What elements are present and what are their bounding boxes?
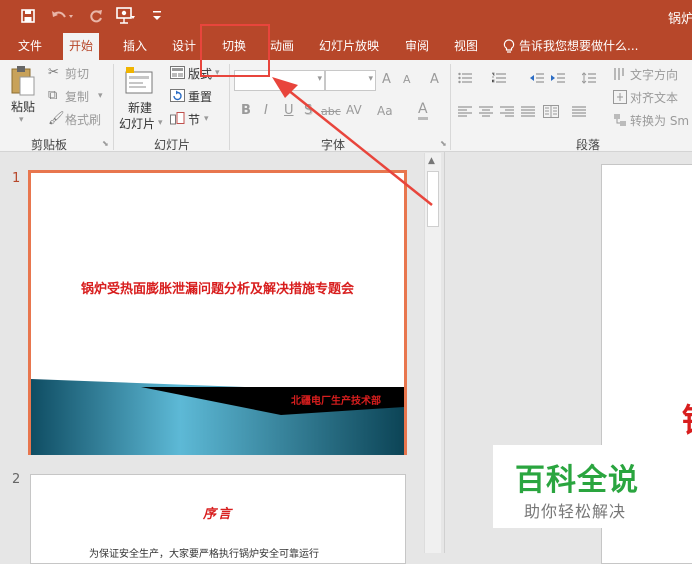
layout-button[interactable]: 版式 [188,65,212,82]
watermark-title: 百科全说 [515,463,639,498]
font-size-combobox[interactable]: ▾ [325,70,376,91]
font-launcher-icon[interactable]: ⬊ [440,139,447,148]
font-name-combobox[interactable]: ▾ [234,70,325,91]
text-direction-button[interactable]: 文字方向 [630,66,678,83]
watermark-logo: 百科全说 助你轻松解决 [493,445,668,528]
distribute-icon[interactable] [572,106,586,117]
align-text-icon[interactable] [613,90,627,104]
paragraph-group-label: 段落 [576,138,601,152]
new-slide-dropdown[interactable]: ▾ [158,118,163,128]
tab-slideshow[interactable]: 幻灯片放映 [319,33,379,60]
lightbulb-icon [503,39,515,54]
paste-dropdown[interactable]: ▾ [19,115,24,125]
new-slide-label-2[interactable]: 幻灯片 [119,115,155,132]
align-left-icon[interactable] [458,106,472,117]
slide-number: 1 [12,171,21,186]
clipboard-launcher-icon[interactable]: ⬊ [102,139,109,148]
tab-file[interactable]: 文件 [18,33,42,60]
group-divider [229,64,230,150]
increase-indent-icon[interactable] [551,72,565,84]
copy-button[interactable]: 复制 [65,88,89,105]
main-slide-title-char: 锅 [682,395,692,441]
slide-title: 锅炉受热面膨胀泄漏问题分析及解决措施专题会 [80,282,354,297]
convert-smartart-button[interactable]: 转换为 Sm [630,112,689,129]
change-case-button[interactable]: Aa [377,104,393,118]
group-divider [450,64,451,150]
thumbnails-scrollbar[interactable]: ▲ [424,153,441,553]
slide-footer: 北疆电厂生产技术部 [291,396,381,407]
layout-dropdown[interactable]: ▾ [215,68,220,78]
tab-transitions[interactable]: 切换 [222,33,246,60]
text-direction-icon[interactable] [613,67,627,81]
smartart-icon[interactable] [613,113,627,127]
bold-button[interactable]: B [241,103,251,118]
chevron-down-icon[interactable]: ▾ [368,74,373,84]
reset-button[interactable]: 重置 [188,88,212,105]
watermark-subtitle: 助你轻松解决 [524,502,627,521]
underline-button[interactable]: U [284,103,294,118]
font-group-label: 字体 [321,138,346,152]
new-slide-label-1[interactable]: 新建 [128,99,152,116]
tab-design[interactable]: 设计 [172,33,196,60]
shadow-button[interactable]: S [304,103,312,118]
line-spacing-icon[interactable] [581,72,596,84]
strikethrough-button[interactable]: abc [321,105,341,118]
scrollbar-thumb[interactable] [427,171,439,227]
section-icon [170,112,185,125]
title-bar: 锅炉 [0,0,692,33]
format-painter-button[interactable]: 格式刷 [65,111,101,128]
scissors-icon: ✂ [48,65,59,80]
group-divider [113,64,114,150]
bullets-icon[interactable] [458,72,472,84]
save-icon[interactable] [21,9,35,23]
tab-view[interactable]: 视图 [454,33,478,60]
decrease-indent-icon[interactable] [530,72,544,84]
columns-icon[interactable] [543,105,559,118]
redo-icon[interactable] [88,8,104,24]
ribbon-tabs: 文件 开始 插入 设计 切换 动画 幻灯片放映 审阅 视图 告诉我您想要做什么.… [0,33,692,60]
copy-icon: ⧉ [48,88,58,103]
section-dropdown[interactable]: ▾ [204,114,209,124]
format-painter-icon: 🖌 [48,111,65,126]
tab-animations[interactable]: 动画 [270,33,294,60]
clear-formatting-button[interactable]: A [430,72,439,87]
cut-button[interactable]: 剪切 [65,65,89,82]
paste-icon[interactable] [9,65,37,97]
paste-button[interactable]: 粘贴 [11,98,35,115]
grow-font-button[interactable]: A [382,72,391,87]
section-button[interactable]: 节 [188,111,200,128]
document-title: 锅炉 [668,12,692,27]
clipboard-group-label: 剪贴板 [31,138,68,152]
align-text-button[interactable]: 对齐文本 [630,89,678,106]
slide-thumbnails-pane: 1 锅炉受热面膨胀泄漏问题分析及解决措施专题会 北疆电厂生产技术部 2 序言 为… [0,152,424,564]
ribbon: 粘贴 ▾ ✂ 剪切 ⧉ 复制 ▾ 🖌 格式刷 剪贴板 ⬊ 新建 幻灯片 ▾ 版式… [0,60,692,152]
scroll-up-icon[interactable]: ▲ [428,156,435,166]
chevron-down-icon[interactable]: ▾ [317,74,322,84]
italic-button[interactable]: I [264,103,268,118]
present-icon[interactable] [116,7,136,25]
customize-icon[interactable] [152,10,162,22]
slides-group-label: 幻灯片 [154,138,191,152]
undo-icon[interactable] [50,8,76,24]
shrink-font-button[interactable]: A [403,73,411,86]
slide-number: 2 [12,472,21,487]
numbering-icon[interactable] [492,72,506,84]
tab-insert[interactable]: 插入 [123,33,147,60]
tab-review[interactable]: 审阅 [405,33,429,60]
align-center-icon[interactable] [479,106,493,117]
tab-home[interactable]: 开始 [63,33,100,60]
reset-icon [170,89,185,102]
layout-icon [170,66,185,79]
slide-thumbnail-2[interactable]: 序言 为保证安全生产，大家要严格执行锅炉安全可靠运行 [30,474,406,564]
new-slide-icon[interactable] [125,66,155,96]
slide-banner-graphic [31,379,404,455]
justify-icon[interactable] [521,106,535,117]
slide-title: 序言 [202,507,233,522]
tell-me-search[interactable]: 告诉我您想要做什么... [519,33,638,60]
copy-dropdown[interactable]: ▾ [98,91,103,101]
font-color-button[interactable]: A [418,102,428,120]
align-right-icon[interactable] [500,106,514,117]
slide-thumbnail-1[interactable]: 锅炉受热面膨胀泄漏问题分析及解决措施专题会 北疆电厂生产技术部 [28,170,407,455]
char-spacing-button[interactable]: AV [346,103,362,117]
